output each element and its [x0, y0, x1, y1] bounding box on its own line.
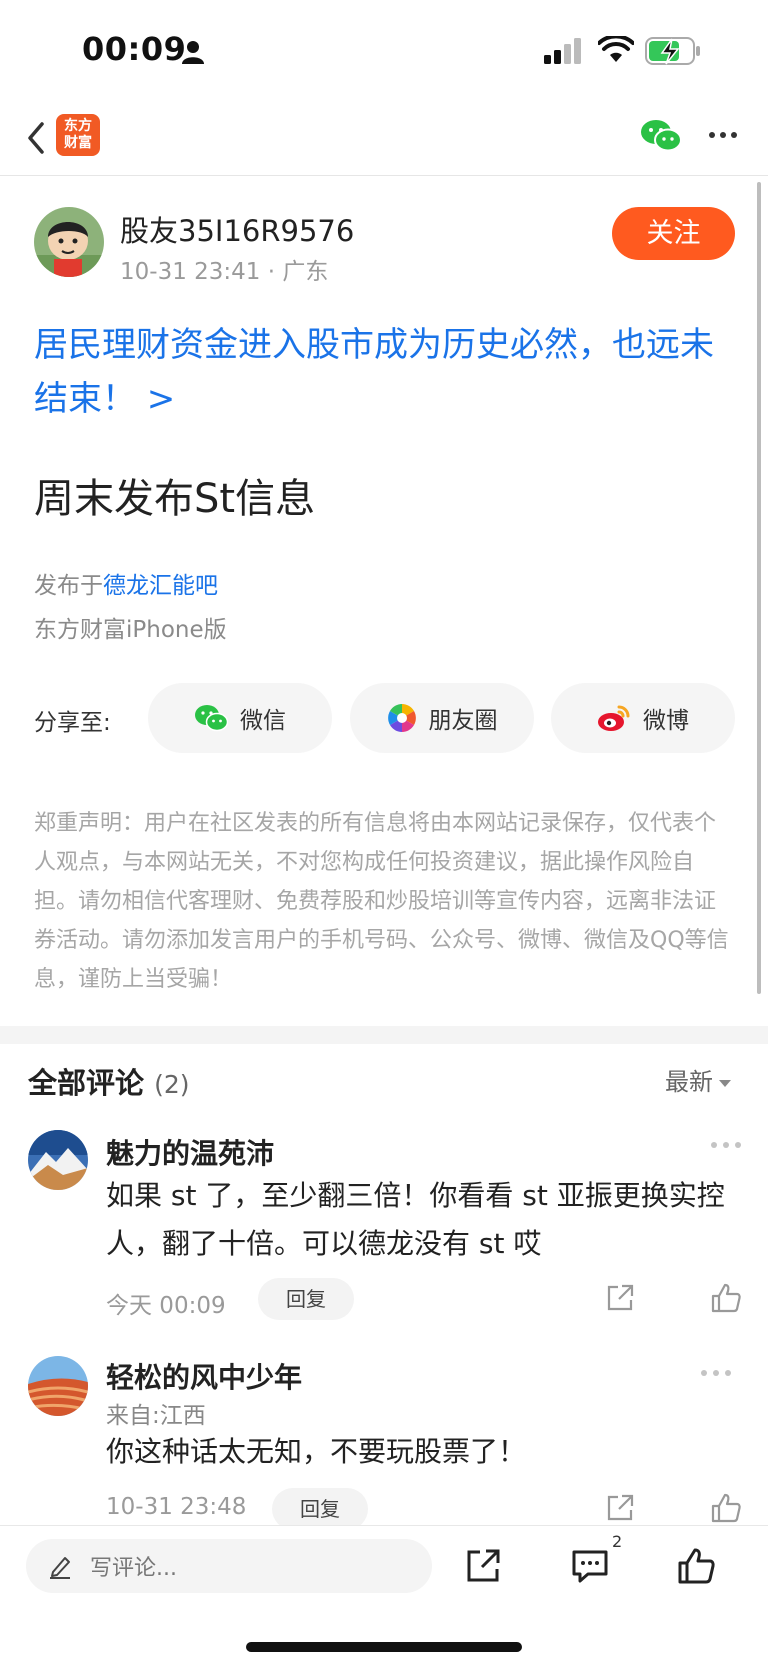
nav-bar: 东方 财富: [0, 100, 768, 176]
share-icon[interactable]: [604, 1492, 636, 1524]
share-icon[interactable]: [463, 1546, 503, 1586]
comment-time: 10-31 23:48: [106, 1494, 247, 1520]
share-moments-button[interactable]: 朋友圈: [350, 683, 534, 753]
comments-count: (2): [154, 1070, 190, 1099]
wechat-icon: [195, 705, 228, 732]
comment-more-icon[interactable]: [700, 1368, 732, 1378]
home-indicator[interactable]: [246, 1642, 522, 1652]
published-info: 发布于德龙汇能吧: [34, 566, 218, 600]
eastmoney-logo[interactable]: 东方 财富: [56, 114, 100, 156]
comment-text: 如果 st 了，至少翻三倍！你看看 st 亚振更换实控人，翻了十倍。可以德龙没有…: [106, 1179, 725, 1260]
logo-line-2: 财富: [64, 135, 92, 151]
signal-icon: [544, 38, 581, 64]
share-wechat-button[interactable]: 微信: [148, 683, 332, 753]
post-body: 周末发布St信息: [34, 476, 316, 522]
status-bar: 00:09: [0, 0, 768, 100]
status-time: 00:09: [82, 30, 187, 68]
wechat-icon[interactable]: [640, 118, 682, 154]
disclaimer: 郑重声明：用户在社区发表的所有信息将由本网站记录保存，仅代表个人观点，与本网站无…: [34, 811, 729, 992]
comments-title: 全部评论 (2): [28, 1060, 190, 1102]
author-avatar[interactable]: [34, 207, 104, 277]
sort-label: 最新: [665, 1068, 713, 1096]
comments-title-text: 全部评论: [28, 1066, 145, 1100]
like-icon[interactable]: [710, 1282, 742, 1314]
reply-button[interactable]: 回复: [272, 1488, 368, 1530]
share-weibo-label: 微博: [643, 708, 689, 734]
forum-link[interactable]: 德龙汇能吧: [103, 573, 218, 599]
comment-more-icon[interactable]: [710, 1140, 742, 1150]
post-meta: 10-31 23:41 · 广东: [120, 259, 329, 285]
device-info: 东方财富iPhone版: [34, 617, 227, 643]
person-icon: [182, 41, 204, 64]
comment-input-placeholder: 写评论...: [90, 1556, 177, 1581]
comment-input[interactable]: 写评论...: [26, 1539, 432, 1593]
bottom-bar: 写评论... 2: [0, 1525, 768, 1665]
comment-time: 今天 00:09: [106, 1293, 226, 1319]
share-moments-label: 朋友圈: [428, 708, 498, 734]
like-icon[interactable]: [676, 1546, 716, 1586]
back-icon[interactable]: [24, 118, 50, 158]
moments-icon: [387, 704, 416, 732]
author-name[interactable]: 股友35I16R9576: [120, 208, 354, 250]
comment-count-badge: 2: [612, 1532, 623, 1551]
weibo-icon: [598, 705, 630, 731]
sort-dropdown[interactable]: 最新: [665, 1062, 731, 1097]
more-icon[interactable]: [708, 130, 738, 140]
published-prefix: 发布于: [34, 573, 103, 599]
like-icon[interactable]: [710, 1492, 742, 1524]
commenter-avatar[interactable]: [28, 1130, 88, 1190]
follow-button[interactable]: 关注: [612, 207, 735, 260]
commenter-avatar[interactable]: [28, 1356, 88, 1416]
caret-down-icon: [719, 1079, 731, 1087]
pencil-icon: [50, 1557, 70, 1579]
share-weibo-button[interactable]: 微博: [551, 683, 735, 753]
wifi-icon: [598, 36, 634, 62]
comment-location: 来自:江西: [106, 1403, 206, 1429]
share-wechat-label: 微信: [240, 708, 286, 734]
logo-line-1: 东方: [64, 118, 92, 134]
commenter-name[interactable]: 魅力的温苑沛: [106, 1132, 274, 1172]
scrollbar[interactable]: [757, 182, 761, 994]
battery-charging-icon: [645, 37, 700, 65]
share-icon[interactable]: [604, 1282, 636, 1314]
share-label: 分享至:: [34, 710, 111, 736]
commenter-name[interactable]: 轻松的风中少年: [106, 1356, 302, 1396]
comment-text: 你这种话太无知，不要玩股票了！: [106, 1435, 527, 1468]
section-divider: [0, 1026, 768, 1044]
comment-icon[interactable]: [570, 1546, 610, 1586]
reply-button[interactable]: 回复: [258, 1278, 354, 1320]
headline-link[interactable]: 居民理财资金进入股市成为历史必然，也远未结束！ >: [34, 318, 744, 426]
